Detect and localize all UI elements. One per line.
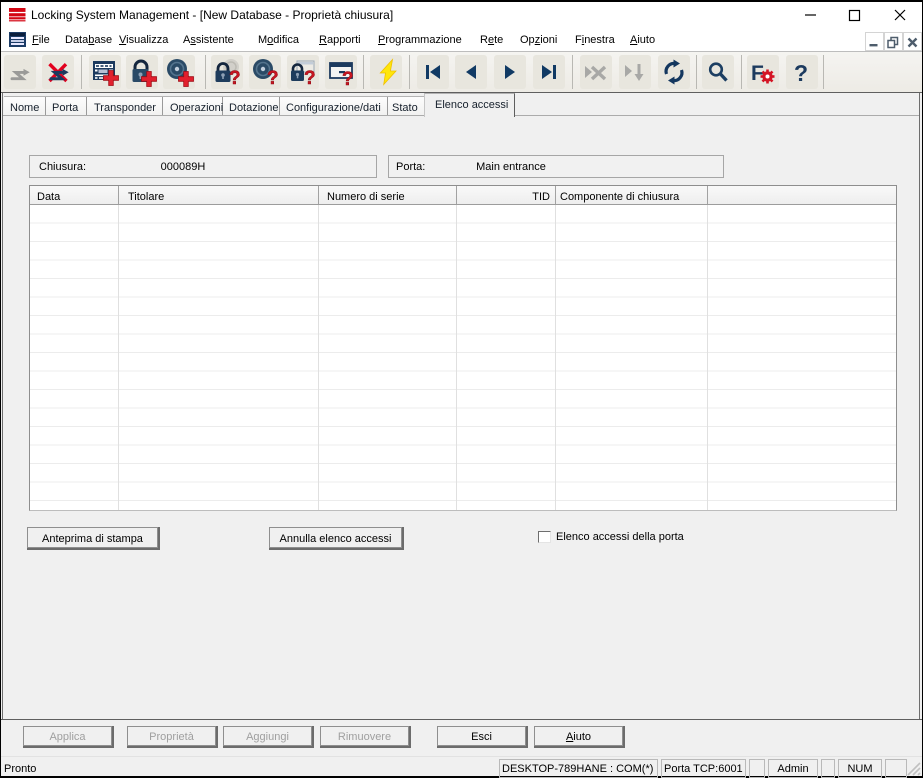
- svg-text:?: ?: [342, 69, 354, 87]
- svg-text:?: ?: [267, 68, 279, 87]
- svg-text:?: ?: [229, 68, 241, 87]
- svg-text:?: ?: [304, 68, 316, 87]
- svg-text:?: ?: [794, 60, 808, 86]
- svg-text:F: F: [751, 62, 764, 85]
